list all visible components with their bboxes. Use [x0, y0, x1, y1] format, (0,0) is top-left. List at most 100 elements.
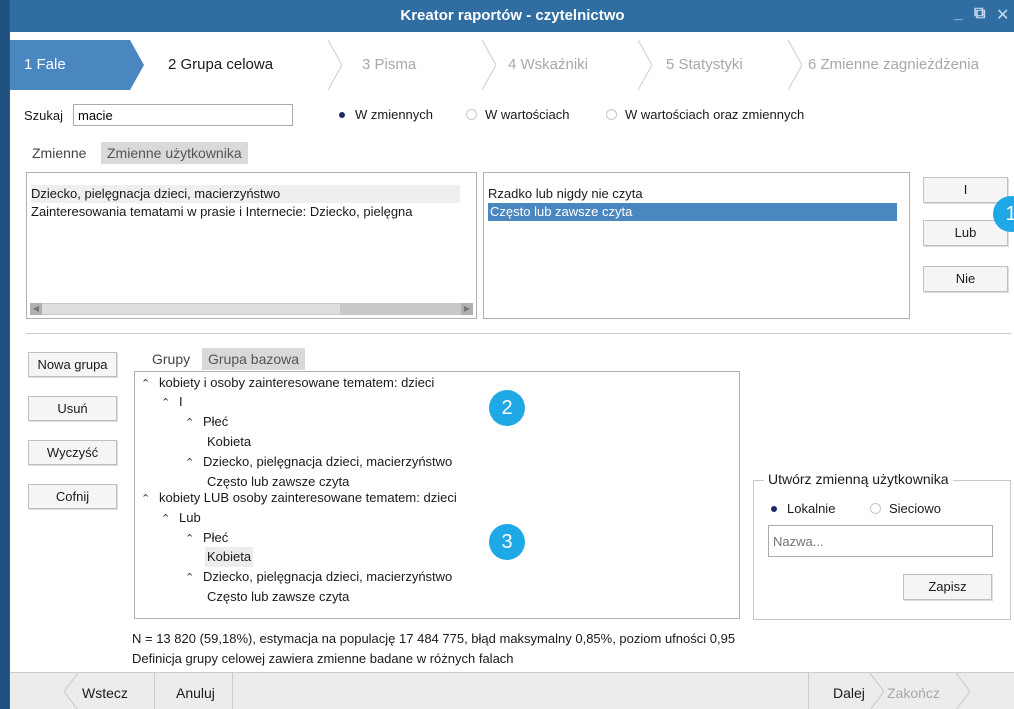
tree-label: I: [179, 394, 183, 409]
list-item[interactable]: Rzadko lub nigdy nie czyta: [488, 185, 643, 203]
values-list[interactable]: Rzadko lub nigdy nie czyta Często lub za…: [483, 172, 910, 319]
list-item[interactable]: Zainteresowania tematami w prasie i Inte…: [31, 203, 471, 221]
tree-label: Często lub zawsze czyta: [207, 589, 350, 604]
divider: [26, 333, 1011, 334]
collapse-icon[interactable]: ⌃: [185, 568, 203, 588]
step-arrow-icon: [788, 40, 802, 90]
search-label: Szukaj: [24, 108, 64, 123]
collapse-icon[interactable]: ⌃: [185, 413, 203, 433]
tree-label: kobiety LUB osoby zainteresowane tematem…: [159, 490, 457, 505]
scrollbar-thumb[interactable]: [42, 304, 340, 314]
tab-user-variables[interactable]: Zmienne użytkownika: [101, 142, 248, 164]
definition-note: Definicja grupy celowej zawiera zmienne …: [132, 651, 514, 666]
user-variable-legend: Utwórz zmienną użytkownika: [764, 471, 953, 487]
step-1[interactable]: 1 Fale: [10, 40, 130, 90]
tree-item[interactable]: ⌃ Płeć: [185, 528, 228, 548]
tree-item[interactable]: Często lub zawsze czyta: [207, 587, 349, 607]
scroll-right-icon[interactable]: ▶: [461, 303, 473, 315]
minimize-icon[interactable]: _: [954, 5, 963, 23]
collapse-icon[interactable]: ⌃: [185, 453, 203, 473]
cancel-button[interactable]: Anuluj: [176, 679, 215, 707]
tree-label: Dziecko, pielęgnacja dzieci, macierzyńst…: [203, 454, 453, 469]
not-button[interactable]: Nie: [923, 266, 1008, 292]
tree-item-highlighted[interactable]: Kobieta: [205, 547, 254, 567]
horizontal-scrollbar[interactable]: ◀ ▶: [30, 303, 473, 315]
tree-label: Dziecko, pielęgnacja dzieci, macierzyńst…: [203, 569, 453, 584]
new-group-button[interactable]: Nowa grupa: [28, 352, 117, 377]
tree-label: Lub: [179, 510, 201, 525]
footer-separator: [154, 673, 155, 709]
finish-arrow-icon: [956, 673, 970, 709]
radio-dot: [768, 503, 779, 514]
title-bar: Kreator raportów - czytelnictwo _ ⧉ ✕: [10, 0, 1014, 32]
tree-item[interactable]: Kobieta: [207, 432, 251, 452]
tab-groups[interactable]: Grupy: [146, 348, 197, 370]
collapse-icon[interactable]: ⌃: [141, 489, 159, 509]
finish-button[interactable]: Zakończ: [887, 679, 940, 707]
footer-separator: [808, 673, 809, 709]
step-3[interactable]: 3 Pisma: [362, 40, 482, 90]
tab-variables[interactable]: Zmienne: [26, 142, 93, 164]
radio-dot: [606, 109, 617, 120]
tree-item[interactable]: ⌃ Lub: [161, 508, 201, 528]
and-button[interactable]: I: [923, 177, 1008, 203]
tab-base-group[interactable]: Grupa bazowa: [202, 348, 306, 370]
radio-label: W wartościach oraz zmiennych: [625, 107, 805, 122]
estimate-summary: N = 13 820 (59,18%), estymacja na popula…: [132, 631, 736, 646]
step-6[interactable]: 6 Zmienne zagnieżdżenia: [808, 40, 1014, 90]
radio-in-values[interactable]: W wartościach: [466, 107, 570, 122]
clear-button[interactable]: Wyczyść: [28, 440, 117, 465]
tree-label: Często lub zawsze czyta: [207, 474, 350, 489]
collapse-icon[interactable]: ⌃: [161, 509, 179, 529]
tree-item[interactable]: ⌃ kobiety LUB osoby zainteresowane temate…: [141, 488, 457, 508]
radio-label: W zmiennych: [355, 107, 434, 122]
radio-network[interactable]: Sieciowo: [870, 501, 941, 516]
save-button[interactable]: Zapisz: [903, 574, 992, 600]
tree-item[interactable]: ⌃ kobiety i osoby zainteresowane tematem:…: [141, 373, 434, 393]
radio-dot: [466, 109, 477, 120]
maximize-icon[interactable]: ⧉: [974, 5, 985, 23]
radio-local[interactable]: Lokalnie: [768, 501, 835, 516]
back-arrow-icon: [64, 673, 78, 709]
back-button[interactable]: Wstecz: [82, 679, 128, 707]
tree-item[interactable]: ⌃ Płeć: [185, 412, 228, 432]
tree-label: Kobieta: [207, 434, 252, 449]
wizard-steps: 1 Fale 2 Grupa celowa 3 Pisma 4 Wskaźnik…: [10, 40, 1014, 90]
delete-button[interactable]: Usuń: [28, 396, 117, 421]
step-arrow-icon: [482, 40, 496, 90]
radio-dot: [336, 109, 347, 120]
collapse-icon[interactable]: ⌃: [141, 374, 159, 394]
step-arrow-icon: [328, 40, 342, 90]
window-title: Kreator raportów - czytelnictwo: [400, 7, 625, 24]
next-button[interactable]: Dalej: [833, 679, 865, 707]
scroll-left-icon[interactable]: ◀: [30, 303, 42, 315]
tree-label: Kobieta: [207, 549, 252, 564]
radio-in-variables[interactable]: W zmiennych: [336, 107, 433, 122]
radio-label: W wartościach: [485, 107, 570, 122]
user-variable-panel: Utwórz zmienną użytkownika Lokalnie Siec…: [753, 471, 1011, 620]
collapse-icon[interactable]: ⌃: [185, 529, 203, 549]
step-4[interactable]: 4 Wskaźniki: [508, 40, 638, 90]
variables-list[interactable]: Dziecko, pielęgnacja dzieci, macierzyńst…: [26, 172, 477, 319]
tree-item[interactable]: ⌃ I: [161, 392, 183, 412]
list-item-selected[interactable]: Często lub zawsze czyta: [488, 203, 897, 221]
footer-separator: [232, 673, 233, 709]
tree-item[interactable]: ⌃ Dziecko, pielęgnacja dzieci, macierzyńs…: [185, 452, 452, 472]
step-2[interactable]: 2 Grupa celowa: [168, 40, 338, 90]
close-icon[interactable]: ✕: [996, 5, 1009, 25]
radio-in-values-and-variables[interactable]: W wartościach oraz zmiennych: [606, 107, 804, 122]
variable-name-input[interactable]: [768, 525, 993, 557]
radio-label: Lokalnie: [787, 501, 836, 516]
tree-item[interactable]: ⌃ Dziecko, pielęgnacja dzieci, macierzyńs…: [185, 567, 452, 587]
undo-button[interactable]: Cofnij: [28, 484, 117, 509]
list-item[interactable]: Dziecko, pielęgnacja dzieci, macierzyńst…: [31, 185, 460, 203]
tree-label: Płeć: [203, 414, 229, 429]
next-arrow-icon: [870, 673, 884, 709]
search-input[interactable]: [73, 104, 293, 126]
radio-label: Sieciowo: [889, 501, 942, 516]
groups-tree[interactable]: ⌃ kobiety i osoby zainteresowane tematem:…: [134, 371, 740, 619]
step-5[interactable]: 5 Statystyki: [666, 40, 796, 90]
wizard-window: Kreator raportów - czytelnictwo _ ⧉ ✕ 1 …: [9, 0, 1014, 709]
collapse-icon[interactable]: ⌃: [161, 393, 179, 413]
step-arrow-icon: [130, 40, 144, 90]
